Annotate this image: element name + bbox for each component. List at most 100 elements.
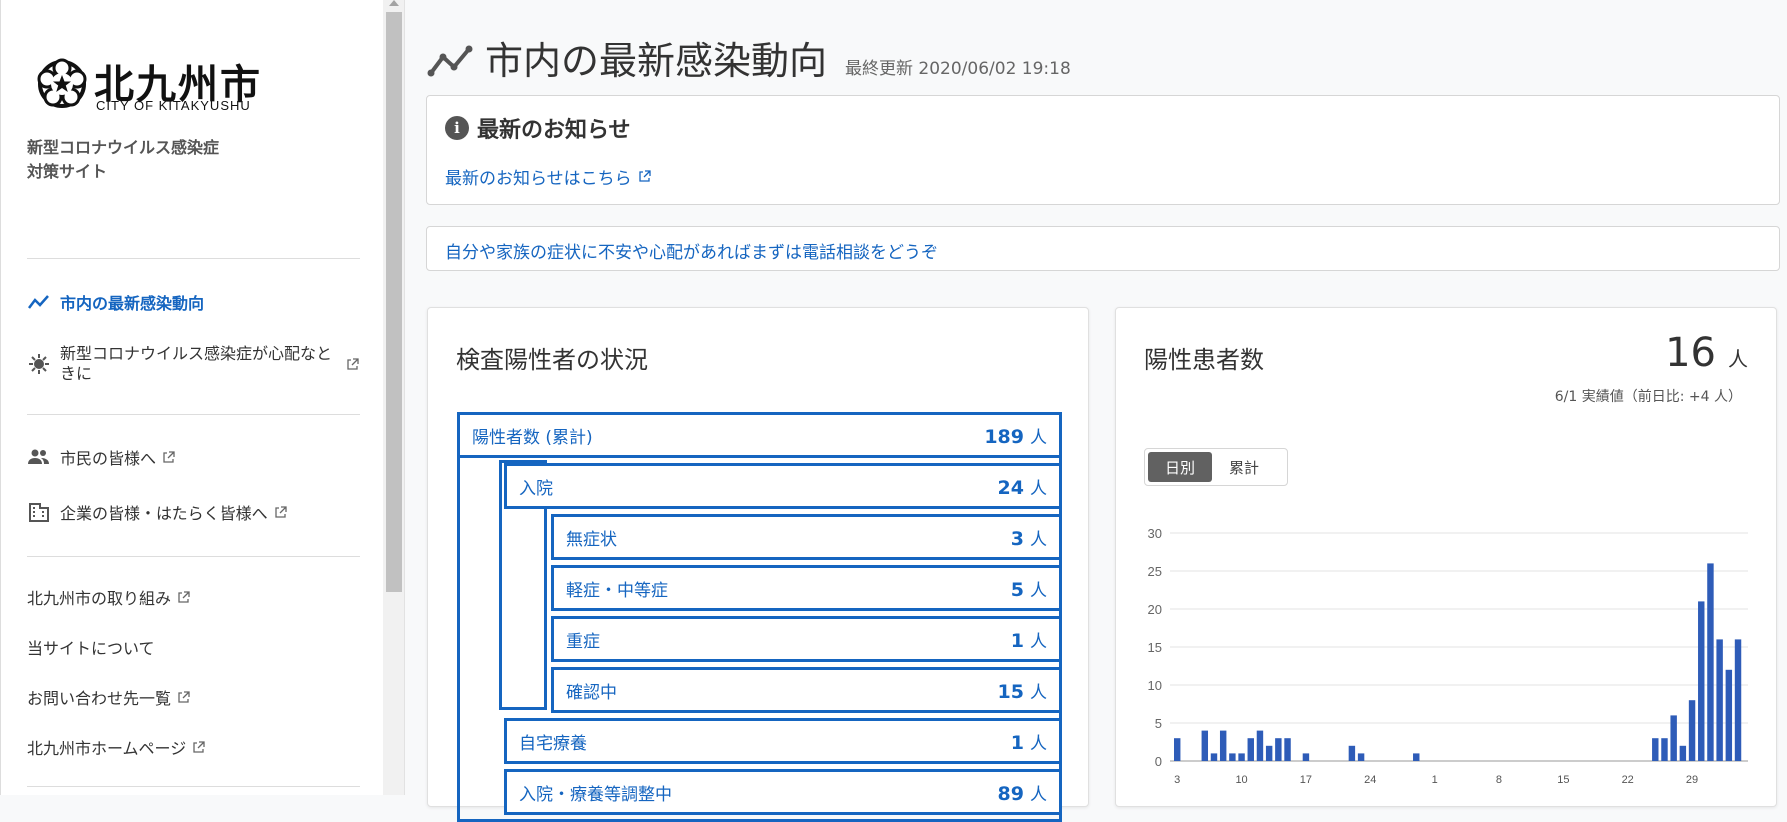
external-link-icon bbox=[193, 740, 205, 753]
status-row-name: 無症状 bbox=[566, 529, 617, 550]
consult-link[interactable]: 自分や家族の症状に不安や心配があればまずは電話相談をどうぞ bbox=[445, 238, 938, 263]
x-tick-label: 1 bbox=[1432, 774, 1438, 786]
bar[interactable] bbox=[1201, 730, 1209, 761]
status-row-name: 軽症・中等症 bbox=[566, 580, 668, 601]
bar[interactable] bbox=[1229, 753, 1236, 761]
chart-line-icon bbox=[27, 290, 51, 314]
external-link-icon bbox=[347, 357, 359, 370]
logo-roman: CITY OF KITAKYUSHU bbox=[96, 98, 251, 113]
bar[interactable] bbox=[1670, 715, 1677, 761]
city-logo[interactable]: 北九州市 CITY OF KITAKYUSHU bbox=[36, 52, 276, 118]
bar[interactable] bbox=[1357, 753, 1365, 761]
status-row-value: 1人 bbox=[1010, 629, 1047, 652]
scrollbar-thumb[interactable] bbox=[386, 12, 402, 592]
bar[interactable] bbox=[1210, 753, 1218, 761]
nav-item-about[interactable]: 当サイトについて bbox=[27, 635, 360, 659]
virus-icon bbox=[27, 352, 51, 376]
bar[interactable] bbox=[1734, 639, 1742, 761]
nav-item-latest-trend[interactable]: 市内の最新感染動向 bbox=[27, 290, 360, 314]
bar[interactable] bbox=[1219, 730, 1227, 761]
patients-count: 16 人 bbox=[1665, 330, 1748, 376]
sidebar: 北九州市 CITY OF KITAKYUSHU 新型コロナウイルス感染症 対策サ… bbox=[0, 0, 383, 795]
building-icon bbox=[27, 500, 51, 524]
x-tick-label: 22 bbox=[1622, 774, 1634, 786]
y-tick-label: 0 bbox=[1155, 754, 1162, 769]
nav-label: 市内の最新感染動向 bbox=[60, 294, 205, 313]
nav-label: 市民の皆様へ bbox=[60, 449, 157, 468]
nav-item-worried[interactable]: 新型コロナウイルス感染症が心配なときに bbox=[27, 344, 360, 384]
nav-item-businesses[interactable]: 企業の皆様・はたらく皆様へ bbox=[27, 500, 360, 524]
patients-sub: 6/1 実績値（前日比: +4 人） bbox=[1554, 389, 1742, 405]
bar[interactable] bbox=[1679, 745, 1687, 761]
status-row-name: 入院 bbox=[519, 478, 553, 499]
y-tick-label: 30 bbox=[1148, 526, 1162, 541]
bar[interactable] bbox=[1707, 563, 1714, 761]
status-row-value: 89 人 bbox=[997, 782, 1047, 805]
x-tick-label: 24 bbox=[1364, 774, 1376, 786]
bar[interactable] bbox=[1247, 738, 1254, 761]
bar[interactable] bbox=[1716, 639, 1723, 761]
status-row-name: 自宅療養 bbox=[519, 733, 587, 754]
nav-label: 企業の皆様・はたらく皆様へ bbox=[60, 504, 268, 523]
chart-line-icon bbox=[427, 45, 473, 77]
patients-card-title: 陽性患者数 bbox=[1144, 346, 1264, 374]
divider bbox=[27, 258, 360, 259]
external-link-icon bbox=[275, 505, 287, 518]
status-row-mild: 軽症・中等症 5人 bbox=[551, 565, 1062, 611]
status-row-value: 3人 bbox=[1010, 527, 1047, 550]
toggle-daily[interactable]: 日別 bbox=[1148, 452, 1212, 482]
sidebar-scrollbar[interactable] bbox=[383, 0, 405, 795]
site-title: 新型コロナウイルス感染症 対策サイト bbox=[27, 136, 267, 184]
status-card-title: 検査陽性者の状況 bbox=[456, 346, 648, 374]
status-row-name: 確認中 bbox=[566, 682, 617, 703]
bar[interactable] bbox=[1413, 753, 1420, 761]
page-title: 市内の最新感染動向 bbox=[485, 39, 828, 83]
bar[interactable] bbox=[1652, 738, 1659, 761]
bar[interactable] bbox=[1698, 601, 1705, 761]
scroll-up-icon[interactable] bbox=[389, 0, 399, 6]
news-link[interactable]: 最新のお知らせはこちら bbox=[445, 164, 651, 189]
patients-bar-chart: 0 5 10 15 20 25 30 3 10 17 24 1 8 15 22 29 bbox=[1148, 526, 1748, 786]
x-tick-label: 29 bbox=[1686, 774, 1698, 786]
nav-label: 北九州市ホームページ bbox=[27, 739, 187, 758]
bar[interactable] bbox=[1348, 745, 1356, 761]
news-link-label: 最新のお知らせはこちら bbox=[445, 169, 632, 189]
nav-label: お問い合わせ先一覧 bbox=[27, 689, 172, 708]
bar[interactable] bbox=[1725, 669, 1733, 761]
x-tick-label: 8 bbox=[1496, 774, 1502, 786]
divider bbox=[27, 556, 360, 557]
external-link-icon bbox=[178, 590, 190, 603]
site-title-line1: 新型コロナウイルス感染症 bbox=[27, 138, 220, 157]
bar[interactable] bbox=[1661, 738, 1668, 761]
y-tick-label: 20 bbox=[1148, 602, 1162, 617]
x-tick-label: 3 bbox=[1174, 774, 1180, 786]
x-tick-label: 15 bbox=[1557, 774, 1569, 786]
x-tick-label: 17 bbox=[1300, 774, 1312, 786]
patients-card: 陽性患者数 16 人 6/1 実績値（前日比: +4 人） 日別 累計 0 5 10… bbox=[1115, 307, 1777, 807]
nav-item-citizens[interactable]: 市民の皆様へ bbox=[27, 445, 360, 469]
consult-panel: 自分や家族の症状に不安や心配があればまずは電話相談をどうぞ bbox=[426, 226, 1780, 271]
x-tick-label: 10 bbox=[1235, 774, 1247, 786]
bar[interactable] bbox=[1275, 738, 1282, 761]
bar[interactable] bbox=[1265, 745, 1273, 761]
bar[interactable] bbox=[1284, 738, 1291, 761]
toggle-cumulative[interactable]: 累計 bbox=[1212, 452, 1276, 482]
status-row-value: 1人 bbox=[1010, 731, 1047, 754]
bar[interactable] bbox=[1688, 700, 1696, 761]
last-updated: 最終更新 2020/06/02 19:18 bbox=[845, 59, 1071, 79]
bar[interactable] bbox=[1174, 738, 1181, 761]
nav-item-city-homepage[interactable]: 北九州市ホームページ bbox=[27, 735, 360, 759]
bar[interactable] bbox=[1238, 753, 1245, 761]
nav-item-initiatives[interactable]: 北九州市の取り組み bbox=[27, 585, 360, 609]
bar[interactable] bbox=[1256, 730, 1264, 761]
status-row-severe: 重症 1人 bbox=[551, 616, 1062, 662]
city-emblem-icon bbox=[37, 58, 87, 108]
nav-item-contacts[interactable]: お問い合わせ先一覧 bbox=[27, 685, 360, 709]
daily-cumulative-toggle: 日別 累計 bbox=[1144, 448, 1288, 486]
external-link-icon bbox=[178, 690, 190, 703]
bar[interactable] bbox=[1302, 753, 1310, 761]
status-card: 検査陽性者の状況 陽性者数 (累計) 189 人 入院 24 人 無症状 3人 軽症… bbox=[427, 307, 1089, 822]
status-row-adjusting: 入院・療養等調整中 89 人 bbox=[504, 769, 1062, 815]
status-row-asymptomatic: 無症状 3人 bbox=[551, 514, 1062, 560]
info-icon: i bbox=[445, 116, 469, 140]
